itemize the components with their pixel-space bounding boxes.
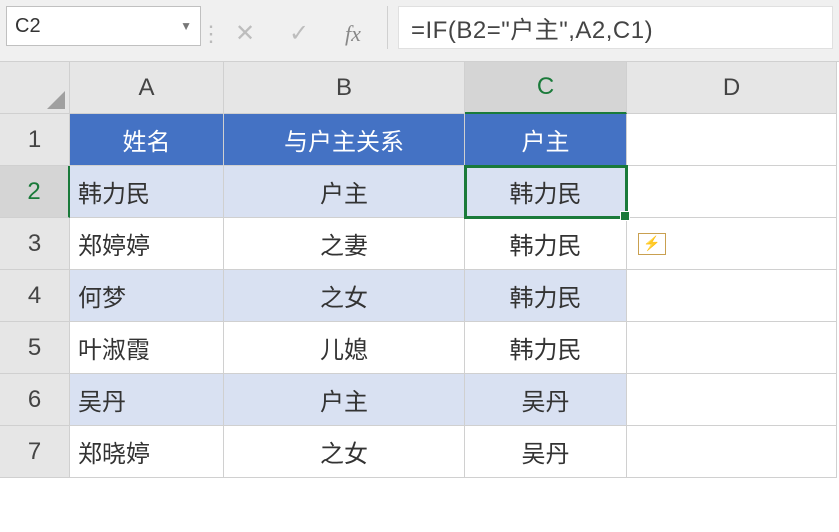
- col-header-C[interactable]: C: [465, 62, 627, 114]
- cell-A7[interactable]: 郑晓婷: [70, 426, 224, 478]
- col-header-B[interactable]: B: [224, 62, 465, 114]
- row-header-3[interactable]: 3: [0, 218, 70, 270]
- enter-icon[interactable]: ✓: [285, 19, 313, 48]
- cell-D4[interactable]: [627, 270, 837, 322]
- cell-C7[interactable]: 吴丹: [465, 426, 627, 478]
- formula-bar-buttons: ✕ ✓ fx: [221, 0, 377, 61]
- cell-B2[interactable]: 户主: [224, 166, 465, 218]
- cell-D6[interactable]: [627, 374, 837, 426]
- cell-A6[interactable]: 吴丹: [70, 374, 224, 426]
- name-box-dropdown-icon[interactable]: ▼: [180, 19, 192, 33]
- row-header-5[interactable]: 5: [0, 322, 70, 374]
- cell-A2[interactable]: 韩力民: [70, 166, 224, 218]
- formula-bar-separator: ⋮: [201, 0, 221, 61]
- cell-A4[interactable]: 何梦: [70, 270, 224, 322]
- col-header-D[interactable]: D: [627, 62, 837, 114]
- header-relation[interactable]: 与户主关系: [224, 114, 465, 166]
- cell-B6[interactable]: 户主: [224, 374, 465, 426]
- cell-D5[interactable]: [627, 322, 837, 374]
- cell-C5[interactable]: 韩力民: [465, 322, 627, 374]
- fx-icon[interactable]: fx: [339, 21, 367, 47]
- row-header-4[interactable]: 4: [0, 270, 70, 322]
- cell-C6[interactable]: 吴丹: [465, 374, 627, 426]
- row-header-2[interactable]: 2: [0, 166, 70, 218]
- header-householder[interactable]: 户主: [465, 114, 627, 166]
- cell-B4[interactable]: 之女: [224, 270, 465, 322]
- name-box[interactable]: C2 ▼: [6, 6, 201, 46]
- formula-bar-divider: [387, 6, 388, 49]
- cell-D2[interactable]: [627, 166, 837, 218]
- formula-bar: C2 ▼ ⋮ ✕ ✓ fx =IF(B2="户主",A2,C1): [0, 0, 839, 62]
- cell-D1[interactable]: [627, 114, 837, 166]
- cell-C4[interactable]: 韩力民: [465, 270, 627, 322]
- cell-C2[interactable]: 韩力民: [465, 166, 627, 218]
- cancel-icon[interactable]: ✕: [231, 19, 259, 48]
- select-all-triangle[interactable]: [0, 62, 70, 114]
- col-header-A[interactable]: A: [70, 62, 224, 114]
- cell-A5[interactable]: 叶淑霞: [70, 322, 224, 374]
- row-header-1[interactable]: 1: [0, 114, 70, 166]
- cell-C3[interactable]: 韩力民 ⚡: [465, 218, 627, 270]
- cell-B5[interactable]: 儿媳: [224, 322, 465, 374]
- cell-B3[interactable]: 之妻: [224, 218, 465, 270]
- spreadsheet-grid: A B C D 1 姓名 与户主关系 户主 2 韩力民 户主 韩力民 3 郑婷婷…: [0, 62, 839, 478]
- formula-input[interactable]: =IF(B2="户主",A2,C1): [398, 6, 833, 49]
- row-header-7[interactable]: 7: [0, 426, 70, 478]
- cell-D7[interactable]: [627, 426, 837, 478]
- formula-text: =IF(B2="户主",A2,C1): [411, 10, 653, 45]
- name-box-value: C2: [15, 15, 41, 38]
- cell-A3[interactable]: 郑婷婷: [70, 218, 224, 270]
- row-header-6[interactable]: 6: [0, 374, 70, 426]
- cell-B7[interactable]: 之女: [224, 426, 465, 478]
- header-name[interactable]: 姓名: [70, 114, 224, 166]
- cell-D3[interactable]: [627, 218, 837, 270]
